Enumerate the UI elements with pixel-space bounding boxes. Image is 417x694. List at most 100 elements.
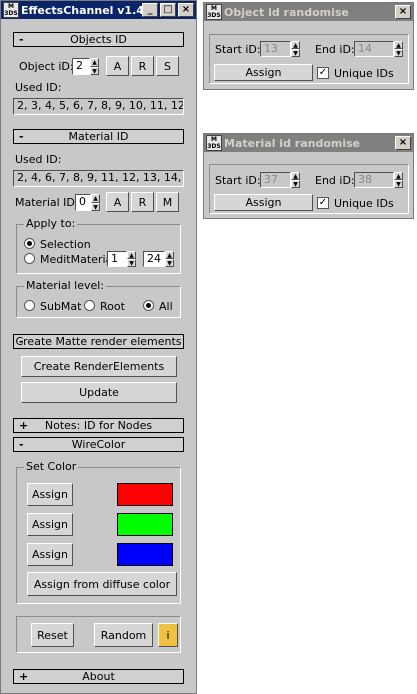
minimize-button[interactable]: _	[142, 3, 158, 17]
medit-from-spinner[interactable]: ▲ ▼	[127, 251, 136, 267]
object-used-id-field: 2, 3, 4, 5, 6, 7, 8, 9, 10, 11, 12	[13, 98, 184, 115]
end-id-label: End iD:	[315, 43, 355, 56]
color-swatch-green[interactable]	[117, 513, 173, 536]
object-s-button[interactable]: S	[156, 56, 179, 76]
collapse-icon: -	[19, 438, 24, 451]
rollout-label: Notes: ID for Nodes	[44, 419, 153, 432]
end-id-field[interactable]: 38	[354, 172, 394, 188]
medit-to-field[interactable]: 24	[143, 251, 165, 267]
assign-button[interactable]: Assign	[214, 64, 313, 81]
rollout-label: Objects ID	[70, 33, 127, 46]
update-button[interactable]: Update	[21, 382, 177, 403]
max-logo-icon: M 3DS	[3, 2, 19, 18]
spin-down-icon[interactable]: ▼	[291, 49, 300, 57]
material-used-id-label: Used ID:	[15, 153, 62, 166]
unique-ids-checkbox[interactable]: ✓	[317, 67, 329, 79]
set-color-label: Set Color	[24, 460, 79, 473]
start-id-spinner[interactable]: ▲ ▼	[291, 41, 300, 57]
window-title: EffectsChannel v1.42	[21, 3, 142, 17]
random-button[interactable]: Random	[94, 623, 153, 647]
rollout-material-id[interactable]: - Material ID	[13, 129, 184, 144]
object-id-label: Object iD:	[19, 60, 74, 73]
spin-up-icon[interactable]: ▲	[291, 41, 300, 49]
close-button[interactable]: ×	[395, 5, 411, 19]
medit-from-field[interactable]: 1	[107, 251, 127, 267]
object-used-id-label: Used ID:	[15, 81, 62, 94]
spin-down-icon[interactable]: ▼	[394, 180, 403, 188]
spin-down-icon[interactable]: ▼	[91, 202, 100, 211]
start-id-field[interactable]: 37	[260, 172, 291, 188]
spin-up-icon[interactable]: ▲	[165, 251, 174, 259]
info-button[interactable]: i	[158, 623, 178, 647]
spin-up-icon[interactable]: ▲	[127, 251, 136, 259]
rollout-objects-id[interactable]: - Objects ID	[13, 32, 184, 47]
unique-ids-label: Unique IDs	[334, 197, 394, 210]
spin-up-icon[interactable]: ▲	[394, 41, 403, 49]
end-id-spinner[interactable]: ▲ ▼	[394, 41, 403, 57]
title-bar[interactable]: M 3DS Material id randomise ×	[204, 134, 413, 152]
title-bar[interactable]: M 3DS Object id randomise ×	[204, 3, 413, 21]
close-button[interactable]: ×	[178, 3, 194, 17]
title-bar[interactable]: M 3DS EffectsChannel v1.42 _ □ ×	[1, 1, 196, 19]
assign-button[interactable]: Assign	[214, 194, 313, 211]
color-swatch-red[interactable]	[117, 483, 173, 506]
root-label: Root	[100, 300, 125, 313]
end-id-field[interactable]: 14	[354, 41, 394, 57]
assign-red-button[interactable]: Assign	[27, 483, 73, 506]
color-swatch-blue[interactable]	[117, 543, 173, 566]
medit-to-spinner[interactable]: ▲ ▼	[165, 251, 174, 267]
start-id-label: Start iD:	[215, 43, 261, 56]
rollout-wirecolor[interactable]: - WireColor	[13, 437, 184, 452]
assign-blue-button[interactable]: Assign	[27, 543, 73, 566]
rollout-notes[interactable]: + Notes: ID for Nodes	[13, 418, 184, 433]
end-id-label: End iD:	[315, 174, 355, 187]
material-m-button[interactable]: M	[156, 192, 179, 212]
collapse-icon: -	[19, 130, 24, 143]
material-a-button[interactable]: A	[106, 192, 129, 212]
all-radio[interactable]	[143, 300, 154, 311]
spin-down-icon[interactable]: ▼	[165, 259, 174, 267]
maximize-button[interactable]: □	[160, 3, 176, 17]
effects-channel-window: M 3DS EffectsChannel v1.42 _ □ × - Object…	[0, 0, 197, 694]
material-id-label: Material ID:	[15, 196, 79, 209]
spin-up-icon[interactable]: ▲	[291, 172, 300, 180]
collapse-icon: -	[19, 335, 24, 348]
object-id-spinner[interactable]: ▲ ▼	[90, 58, 99, 75]
spin-down-icon[interactable]: ▼	[90, 66, 99, 75]
rollout-matte[interactable]: - Create Matte render elements	[13, 334, 184, 349]
start-id-field[interactable]: 13	[260, 41, 291, 57]
window-title: Material id randomise	[224, 136, 361, 150]
selection-radio[interactable]	[24, 238, 35, 249]
object-r-button[interactable]: R	[131, 56, 154, 76]
assign-from-diffuse-button[interactable]: Assign from diffuse color	[27, 572, 177, 596]
object-a-button[interactable]: A	[106, 56, 129, 76]
end-id-spinner[interactable]: ▲ ▼	[394, 172, 403, 188]
reset-button[interactable]: Reset	[31, 623, 74, 647]
start-id-spinner[interactable]: ▲ ▼	[291, 172, 300, 188]
window-title: Object id randomise	[224, 5, 349, 19]
spin-down-icon[interactable]: ▼	[394, 49, 403, 57]
submat-radio[interactable]	[24, 300, 35, 311]
expand-icon: +	[19, 419, 29, 432]
unique-ids-checkbox[interactable]: ✓	[317, 197, 329, 209]
spin-down-icon[interactable]: ▼	[291, 180, 300, 188]
create-renderelements-button[interactable]: Create RenderElements	[21, 356, 177, 377]
rollout-about[interactable]: + About	[13, 669, 184, 684]
all-label: All	[159, 300, 173, 313]
spin-up-icon[interactable]: ▲	[91, 194, 100, 203]
expand-icon: +	[19, 670, 29, 683]
max-logo-icon: M 3DS	[206, 135, 222, 151]
material-used-id-field: 2, 4, 6, 7, 8, 9, 11, 12, 13, 14, 15, 1	[13, 170, 184, 187]
spin-up-icon[interactable]: ▲	[394, 172, 403, 180]
assign-green-button[interactable]: Assign	[27, 513, 73, 536]
material-id-field[interactable]: 0	[75, 194, 91, 211]
root-radio[interactable]	[84, 300, 95, 311]
spin-up-icon[interactable]: ▲	[90, 58, 99, 67]
material-r-button[interactable]: R	[131, 192, 154, 212]
collapse-icon: -	[19, 33, 24, 46]
spin-down-icon[interactable]: ▼	[127, 259, 136, 267]
object-id-field[interactable]: 2	[72, 58, 90, 75]
material-id-spinner[interactable]: ▲ ▼	[91, 194, 100, 211]
close-button[interactable]: ×	[395, 136, 411, 150]
medit-material-radio[interactable]	[24, 253, 35, 264]
